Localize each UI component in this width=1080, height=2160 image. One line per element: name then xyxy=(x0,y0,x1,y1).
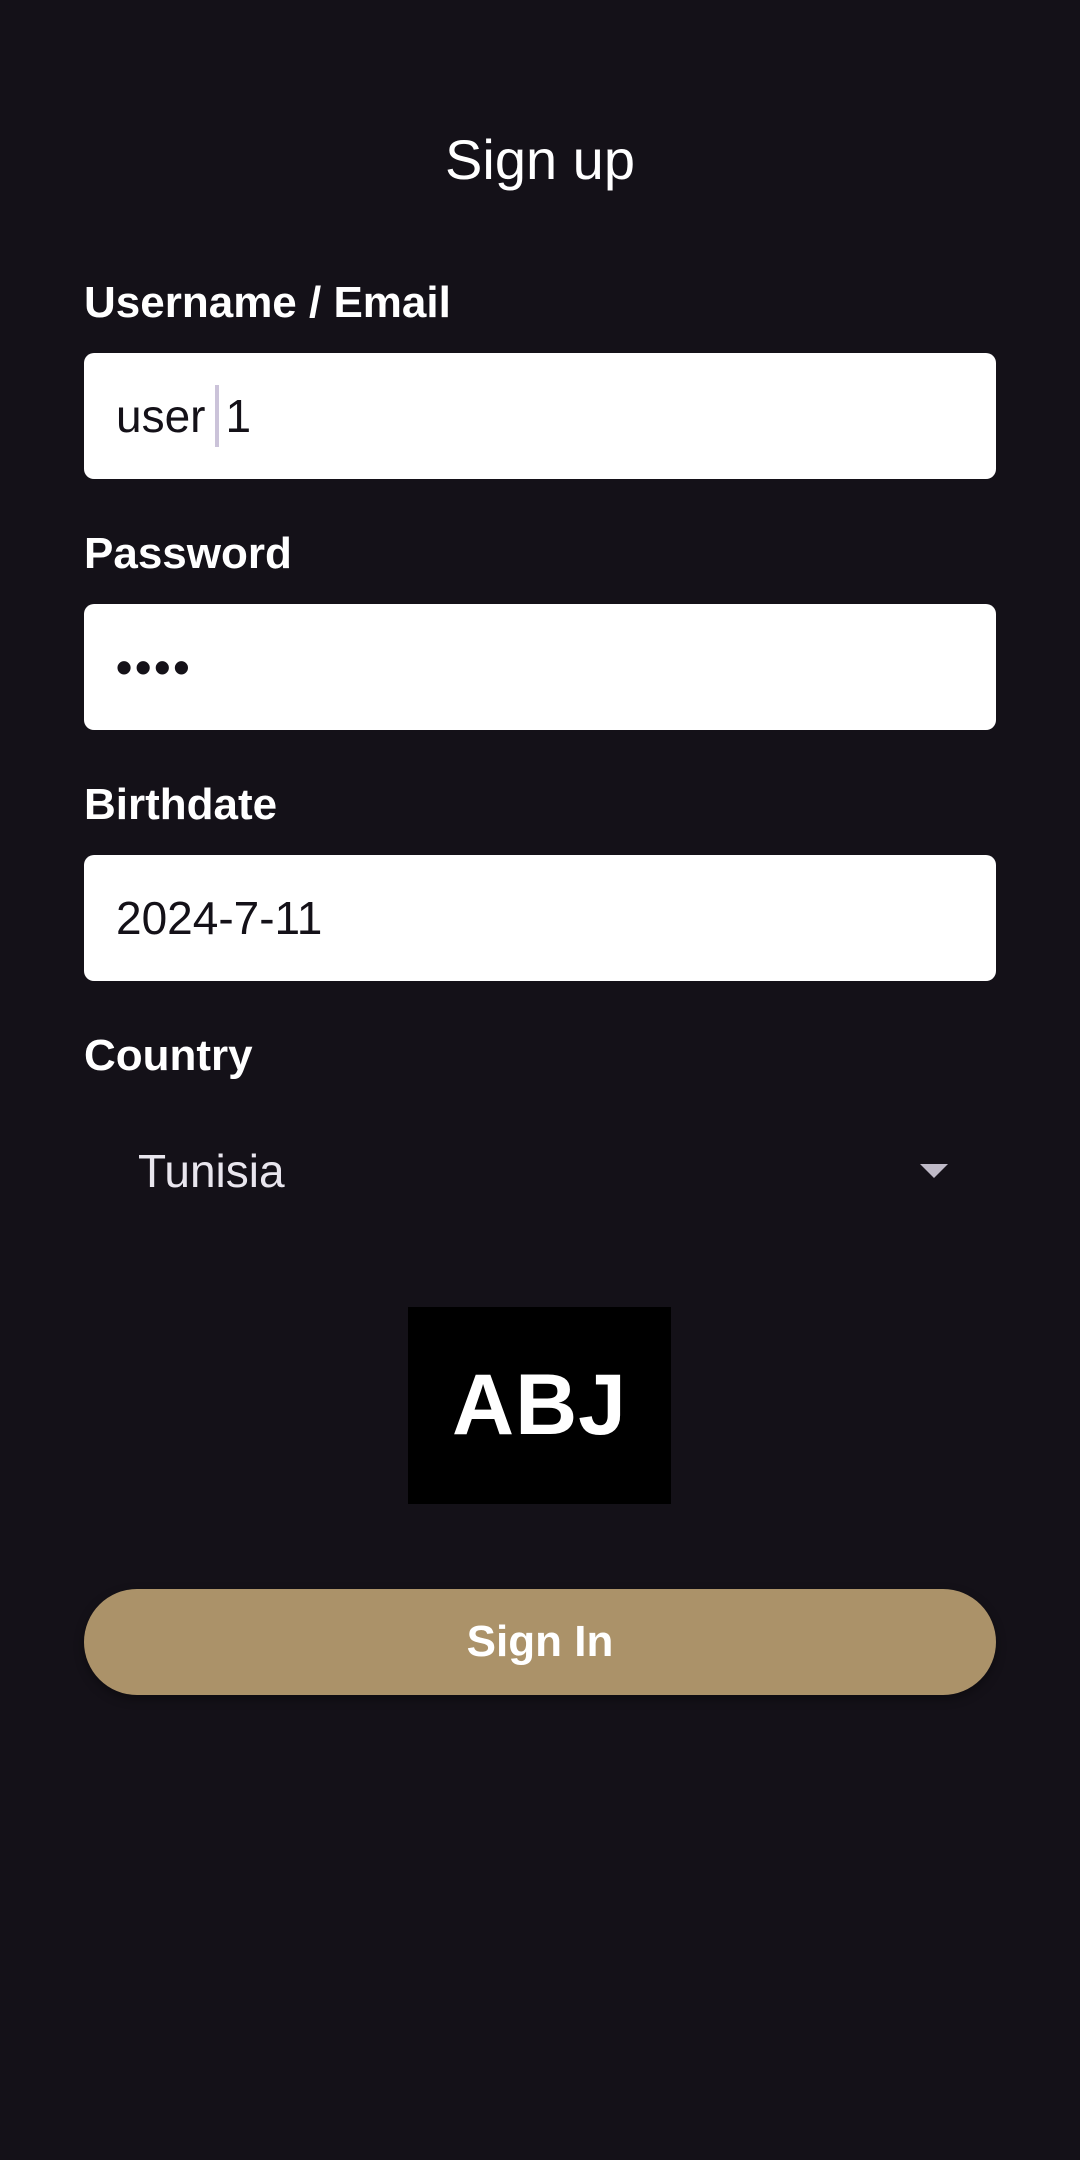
captcha-logo-text: ABJ xyxy=(451,1357,628,1453)
country-label: Country xyxy=(84,1031,253,1080)
captcha-logo: ABJ xyxy=(408,1307,671,1504)
username-value-end: 1 xyxy=(225,390,252,442)
country-value: Tunisia xyxy=(138,1145,285,1197)
username-value-start: user xyxy=(116,390,206,442)
username-label: Username / Email xyxy=(84,278,451,327)
password-label: Password xyxy=(84,529,292,578)
birthdate-label: Birthdate xyxy=(84,780,278,829)
password-field[interactable]: •••• xyxy=(84,604,996,730)
page-title: Sign up xyxy=(445,128,635,191)
chevron-down-icon xyxy=(920,1164,948,1178)
username-field[interactable]: user 1 xyxy=(84,353,996,479)
birthdate-field[interactable]: 2024-7-11 xyxy=(84,855,996,981)
password-value: •••• xyxy=(116,641,193,693)
country-select[interactable]: Tunisia xyxy=(84,1116,996,1226)
birthdate-value: 2024-7-11 xyxy=(116,892,323,944)
text-cursor xyxy=(215,385,220,447)
signup-screen: Sign up Username / Email user 1 Password… xyxy=(0,0,1080,2160)
sign-in-button[interactable]: Sign In xyxy=(84,1589,996,1695)
